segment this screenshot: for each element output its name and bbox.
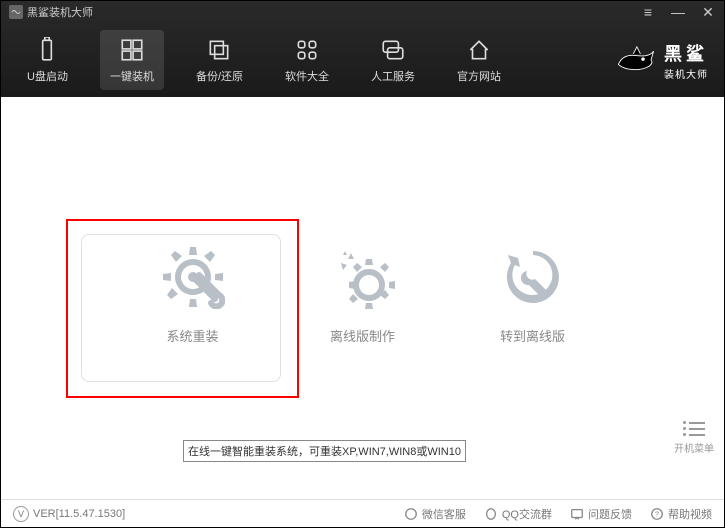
titlebar: 黑鲨装机大师 ≡ — ✕ U盘启动 一键装机 备份/还原 bbox=[1, 1, 724, 97]
status-wechat[interactable]: 微信客服 bbox=[404, 506, 466, 522]
version-info[interactable]: V VER[11.5.47.1530] bbox=[13, 506, 125, 522]
feature-system-reinstall[interactable]: 系统重装 bbox=[158, 242, 228, 345]
app-icon bbox=[9, 5, 23, 19]
nav-label: 备份/还原 bbox=[196, 68, 243, 84]
minimize-button[interactable]: — bbox=[670, 5, 686, 19]
feature-label: 系统重装 bbox=[166, 326, 218, 345]
status-label: 帮助视频 bbox=[668, 506, 712, 522]
status-help[interactable]: ? 帮助视频 bbox=[650, 506, 712, 522]
gear-wrench-icon bbox=[158, 242, 228, 312]
backup-icon bbox=[205, 36, 233, 64]
nav-label: 软件大全 bbox=[285, 68, 329, 84]
nav-one-click-install[interactable]: 一键装机 bbox=[100, 30, 164, 90]
feature-offline-make[interactable]: 离线版制作 bbox=[328, 242, 398, 345]
feedback-icon bbox=[570, 507, 584, 521]
qq-icon bbox=[484, 507, 498, 521]
feature-label: 转到离线版 bbox=[500, 326, 565, 345]
chat-icon bbox=[379, 36, 407, 64]
boot-menu-button[interactable]: 开机菜单 bbox=[674, 421, 714, 455]
boot-menu-label: 开机菜单 bbox=[674, 440, 714, 455]
refresh-wrench-icon bbox=[498, 242, 568, 312]
nav-support[interactable]: 人工服务 bbox=[361, 30, 425, 90]
usb-icon bbox=[33, 36, 61, 64]
status-label: QQ交流群 bbox=[502, 506, 552, 522]
status-qq[interactable]: QQ交流群 bbox=[484, 506, 552, 522]
brand-line2: 装机大师 bbox=[664, 66, 708, 81]
apps-icon bbox=[293, 36, 321, 64]
status-label: 微信客服 bbox=[422, 506, 466, 522]
nav-label: 官方网站 bbox=[457, 68, 501, 84]
main-nav: U盘启动 一键装机 备份/还原 软件大全 人工服务 bbox=[1, 23, 724, 97]
status-feedback[interactable]: 问题反馈 bbox=[570, 506, 632, 522]
titlebar-top: 黑鲨装机大师 ≡ — ✕ bbox=[1, 1, 724, 23]
status-links: 微信客服 QQ交流群 问题反馈 ? 帮助视频 bbox=[404, 506, 712, 522]
nav-usb-boot[interactable]: U盘启动 bbox=[17, 30, 78, 90]
brand-line1: 黑鲨 bbox=[664, 40, 708, 66]
wechat-icon bbox=[404, 507, 418, 521]
version-text: VER[11.5.47.1530] bbox=[33, 508, 125, 520]
list-icon bbox=[683, 421, 705, 436]
close-button[interactable]: ✕ bbox=[700, 5, 716, 19]
main-content: 系统重装 离线版制作 转到离线版 在线一键智能重装系统，可重装XP,WIN7,W… bbox=[1, 97, 724, 489]
brand-text: 黑鲨 装机大师 bbox=[664, 40, 708, 81]
app-title: 黑鲨装机大师 bbox=[27, 4, 640, 20]
status-label: 问题反馈 bbox=[588, 506, 632, 522]
windows-icon bbox=[118, 36, 146, 64]
tooltip: 在线一键智能重装系统，可重装XP,WIN7,WIN8或WIN10 bbox=[183, 440, 466, 462]
nav-software[interactable]: 软件大全 bbox=[275, 30, 339, 90]
nav-website[interactable]: 官方网站 bbox=[447, 30, 511, 90]
svg-text:?: ? bbox=[655, 511, 659, 518]
gear-sparkle-icon bbox=[328, 242, 398, 312]
version-icon: V bbox=[13, 506, 29, 522]
statusbar: V VER[11.5.47.1530] 微信客服 QQ交流群 问题反馈 ? 帮助… bbox=[1, 499, 724, 527]
nav-label: U盘启动 bbox=[27, 68, 68, 84]
home-icon bbox=[465, 36, 493, 64]
feature-goto-offline[interactable]: 转到离线版 bbox=[498, 242, 568, 345]
feature-label: 离线版制作 bbox=[330, 326, 395, 345]
menu-button[interactable]: ≡ bbox=[640, 5, 656, 19]
nav-label: 一键装机 bbox=[110, 68, 154, 84]
shark-logo-icon bbox=[614, 38, 658, 82]
nav-label: 人工服务 bbox=[371, 68, 415, 84]
help-icon: ? bbox=[650, 507, 664, 521]
brand: 黑鲨 装机大师 bbox=[614, 38, 708, 82]
window-controls: ≡ — ✕ bbox=[640, 5, 716, 19]
nav-backup-restore[interactable]: 备份/还原 bbox=[186, 30, 253, 90]
